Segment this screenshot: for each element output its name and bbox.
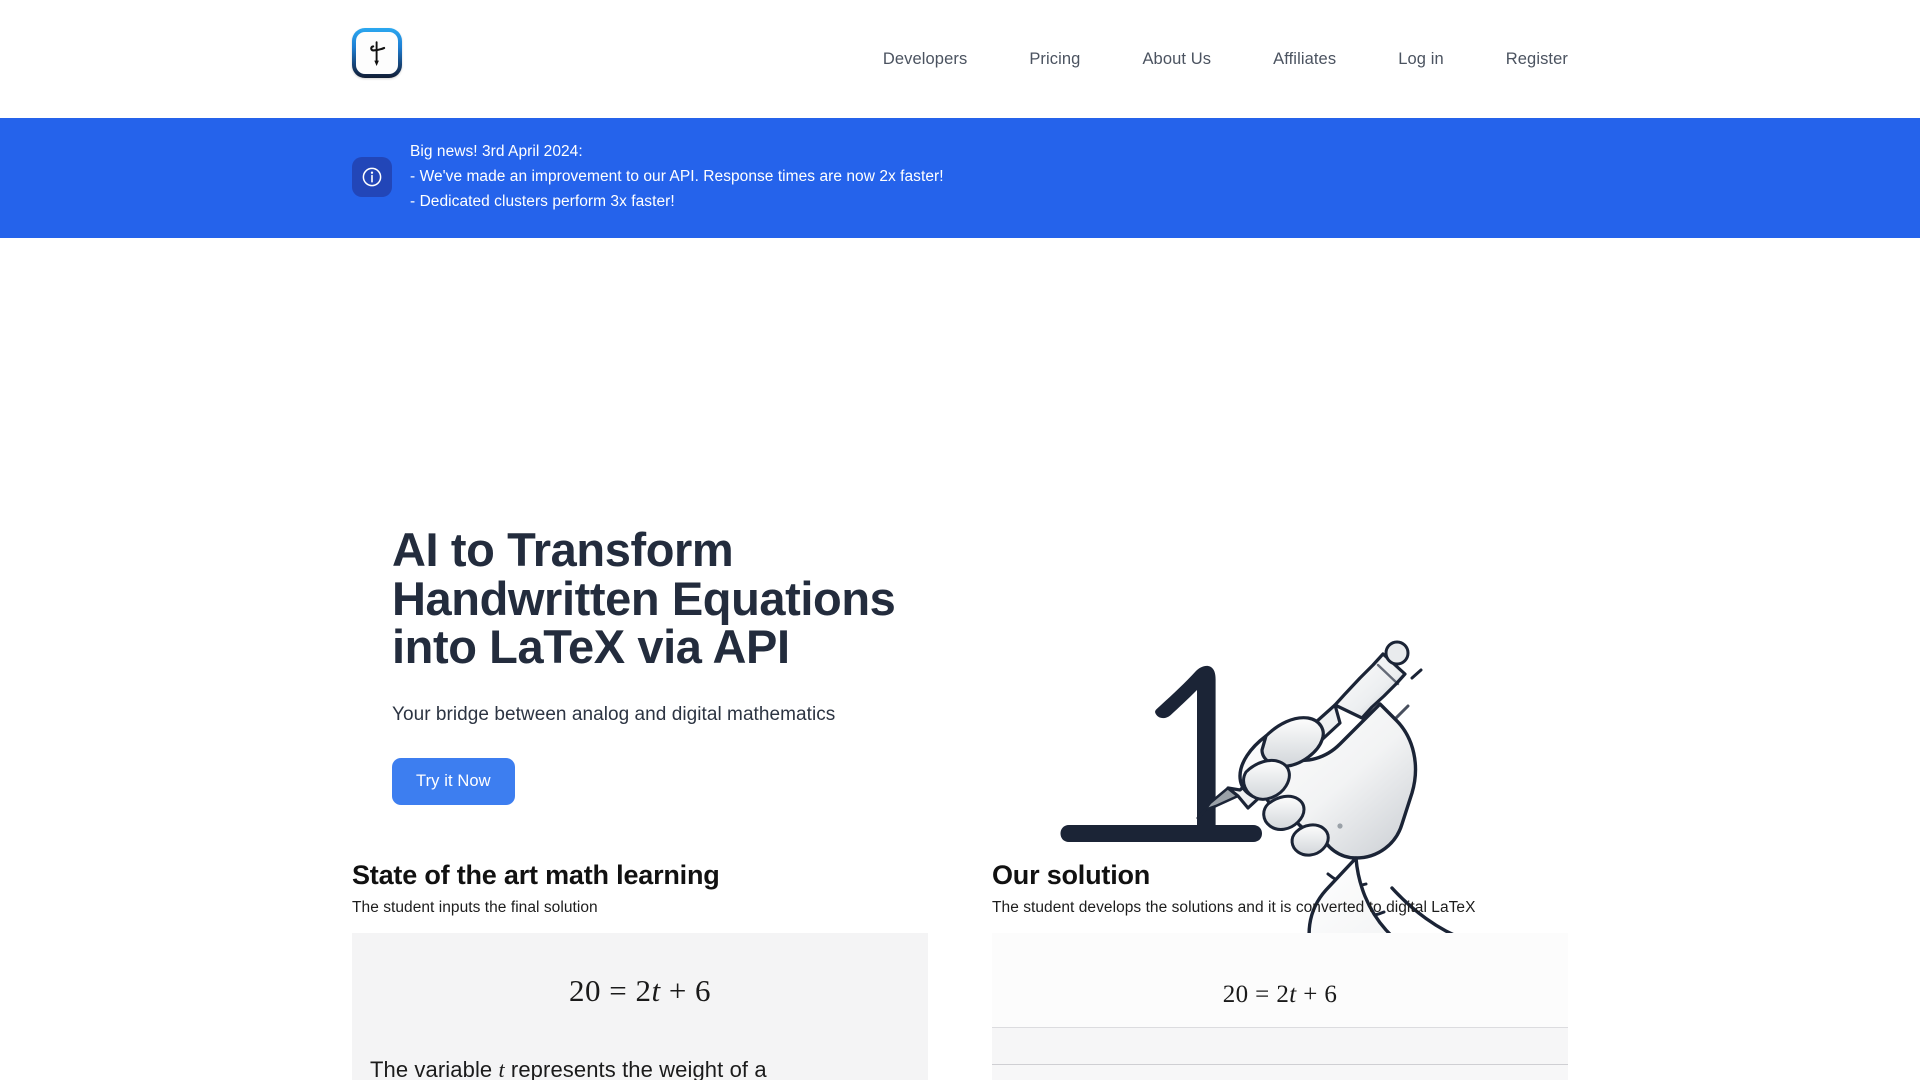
announcement-banner: Big news! 3rd April 2024: - We've made a… xyxy=(0,118,1920,238)
page-title: AI to Transform Handwritten Equations in… xyxy=(392,523,896,673)
main-navigation: Developers Pricing About Us Affiliates L… xyxy=(883,0,1568,118)
right-eq-operator: + xyxy=(1303,981,1318,1008)
left-panel-question: The variable t represents the weight of … xyxy=(352,1053,928,1080)
feature-column-left: State of the art math learning The stude… xyxy=(352,858,928,1080)
question-part-2: represents the weight of a xyxy=(504,1057,767,1080)
nav-affiliates[interactable]: Affiliates xyxy=(1273,42,1336,77)
hero-section: AI to Transform Handwritten Equations in… xyxy=(0,238,1920,1008)
right-eq-constant: 6 xyxy=(1324,981,1338,1008)
info-circle-icon xyxy=(352,157,392,197)
left-eq-lhs: 20 xyxy=(568,973,601,1008)
left-column-heading: State of the art math learning xyxy=(352,860,720,890)
logo-link[interactable] xyxy=(352,28,402,78)
hero-subtitle: Your bridge between analog and digital m… xyxy=(392,703,836,725)
announcement-text-block: Big news! 3rd April 2024: - We've made a… xyxy=(410,140,944,214)
logo-badge xyxy=(352,28,402,78)
notebook-line-row-1 xyxy=(992,1027,1568,1065)
right-column-heading: Our solution xyxy=(992,860,1151,890)
announcement-content: Big news! 3rd April 2024: - We've made a… xyxy=(352,140,944,214)
announcement-line-1: Big news! 3rd April 2024: xyxy=(410,143,583,160)
announcement-line-2: - We've made an improvement to our API. … xyxy=(410,168,944,185)
site-header: Developers Pricing About Us Affiliates L… xyxy=(0,0,1920,118)
notebook-line-row-2 xyxy=(992,1065,1568,1080)
right-eq-coefficient: 2 xyxy=(1276,981,1290,1008)
left-column-subheading: The student inputs the final solution xyxy=(352,899,598,916)
announcement-line-3: - Dedicated clusters perform 3x faster! xyxy=(410,193,675,210)
right-equation: 20 = 2t + 6 xyxy=(992,933,1568,1027)
nav-about-us[interactable]: About Us xyxy=(1142,42,1211,77)
hero-copy: AI to Transform Handwritten Equations in… xyxy=(392,523,1032,805)
feature-column-right: Our solution The student develops the so… xyxy=(992,858,1568,1080)
nav-register[interactable]: Register xyxy=(1506,42,1568,77)
left-equation: 20 = 2t + 6 xyxy=(352,973,928,1009)
right-eq-relation: = xyxy=(1255,981,1270,1008)
try-it-now-button[interactable]: Try it Now xyxy=(392,757,515,805)
features-section: State of the art math learning The stude… xyxy=(0,848,1920,1080)
nav-log-in[interactable]: Log in xyxy=(1398,42,1444,77)
left-eq-coefficient: 2 xyxy=(635,973,652,1008)
feature-grid: State of the art math learning The stude… xyxy=(352,858,1568,1080)
left-eq-operator: + xyxy=(668,973,687,1008)
right-column-subheading: The student develops the solutions and i… xyxy=(992,899,1476,916)
nav-developers[interactable]: Developers xyxy=(883,42,967,77)
latex-output-panel: 20 = 2t + 6 xyxy=(992,933,1568,1080)
student-input-panel: 20 = 2t + 6 The variable t represents th… xyxy=(352,933,928,1080)
left-eq-variable: t xyxy=(651,973,661,1008)
right-eq-variable: t xyxy=(1289,981,1297,1008)
left-eq-relation: = xyxy=(609,973,628,1008)
nav-pricing[interactable]: Pricing xyxy=(1029,42,1080,77)
right-eq-lhs: 20 xyxy=(1222,981,1249,1008)
pen-nib-logo-icon xyxy=(356,32,398,74)
question-part-1: The variable xyxy=(370,1057,499,1080)
left-eq-constant: 6 xyxy=(695,973,712,1008)
